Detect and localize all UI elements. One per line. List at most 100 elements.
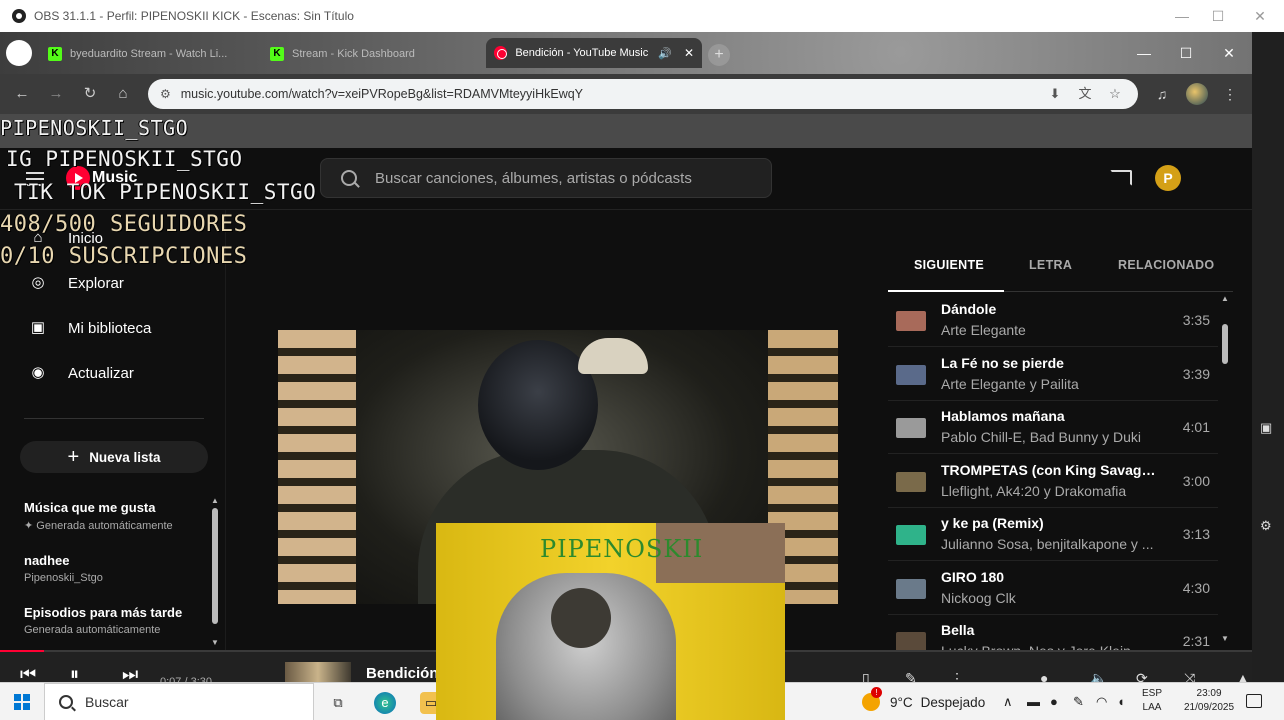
playlist-item[interactable]: nadhee Pipenoskii_Stgo: [24, 553, 204, 584]
search-icon: [341, 170, 357, 186]
new-playlist-button[interactable]: + Nueva lista: [20, 441, 208, 473]
sidebar-item-biblioteca[interactable]: ▣ Mi biblioteca: [0, 308, 226, 348]
language-indicator[interactable]: ESP LAA: [1142, 687, 1162, 715]
cast-icon[interactable]: [1110, 170, 1132, 186]
pin-icon: ✦: [24, 520, 37, 532]
queue-row[interactable]: Dándole Arte Elegante 3:35: [888, 294, 1218, 347]
new-tab-button[interactable]: +: [708, 44, 730, 66]
tray-chevron-icon[interactable]: ∧: [1003, 694, 1013, 710]
pen-icon[interactable]: ✎: [1073, 694, 1084, 710]
tab-label: Bendición - YouTube Music: [515, 47, 649, 59]
overlay-tiktok: TIK TOK PIPENOSKII_STGO: [14, 180, 317, 204]
sidebar-item-label: Explorar: [68, 274, 124, 292]
weather-widget[interactable]: ! 9°C Despejado: [862, 687, 985, 711]
overlay-channel-name: PIPENOSKII_STGO: [0, 116, 189, 140]
windows-start-icon[interactable]: [14, 694, 30, 710]
scroll-down-icon[interactable]: ▼: [211, 638, 219, 647]
scroll-up-icon[interactable]: ▲: [1221, 294, 1229, 303]
notifications-icon[interactable]: [1246, 694, 1262, 708]
tab-strip: K byeduardito Stream - Watch Li... K Str…: [0, 32, 1252, 74]
browser-maximize-button[interactable]: ☐: [1166, 38, 1206, 68]
tab-label: byeduardito Stream - Watch Li...: [70, 48, 228, 60]
browser-minimize-button[interactable]: —: [1124, 38, 1164, 68]
search-placeholder: Buscar canciones, álbumes, artistas o pó…: [375, 169, 692, 187]
taskbar-search-placeholder: Buscar: [85, 694, 129, 710]
playlist-item[interactable]: Episodios para más tarde Generada automá…: [24, 605, 204, 636]
queue-row[interactable]: Hablamos mañana Pablo Chill-E, Bad Bunny …: [888, 401, 1218, 454]
reload-icon[interactable]: ↻: [80, 84, 100, 104]
forward-icon[interactable]: →: [46, 84, 66, 104]
obs-minimize-button[interactable]: —: [1162, 0, 1202, 32]
obs-panel-icon[interactable]: ▣: [1260, 420, 1272, 436]
sidebar-item-explorar[interactable]: ◎ Explorar: [0, 263, 226, 303]
sidebar-item-actualizar[interactable]: ◉ Actualizar: [0, 353, 226, 393]
browser-close-button[interactable]: ✕: [1209, 38, 1249, 68]
queue-panel: SIGUIENTE LETRA RELACIONADO Dándole Arte …: [888, 248, 1233, 668]
install-app-icon[interactable]: ⬇: [1046, 85, 1064, 103]
clock[interactable]: 23:09 21/09/2025: [1184, 687, 1234, 715]
search-input[interactable]: Buscar canciones, álbumes, artistas o pó…: [320, 158, 772, 198]
clock-date: 21/09/2025: [1184, 702, 1235, 713]
queue-thumbnail: [896, 578, 926, 599]
queue-title: GIRO 180: [941, 568, 1005, 585]
site-info-icon[interactable]: ⚙: [160, 87, 171, 101]
back-icon[interactable]: ←: [12, 84, 32, 104]
sidebar-scrollbar[interactable]: ▲ ▼: [211, 496, 219, 647]
queue-duration: 3:13: [1182, 526, 1210, 542]
taskbar-search-input[interactable]: Buscar: [44, 683, 314, 720]
tray-app-icon[interactable]: ▬: [1027, 694, 1040, 709]
tab-relacionado[interactable]: RELACIONADO: [1118, 258, 1214, 272]
scrollbar-thumb[interactable]: [212, 508, 218, 624]
weather-sun-icon: !: [862, 687, 882, 711]
scroll-down-icon[interactable]: ▼: [1221, 634, 1229, 643]
translate-icon[interactable]: 文: [1076, 85, 1094, 103]
browser-menu-icon[interactable]: ⋮: [1220, 84, 1240, 104]
address-bar[interactable]: ⚙ music.youtube.com/watch?v=xeiPVRopeBg&…: [148, 79, 1138, 109]
tab-kick-dashboard[interactable]: K Stream - Kick Dashboard: [262, 41, 476, 67]
queue-scrollbar[interactable]: ▲ ▼: [1221, 294, 1229, 650]
queue-row[interactable]: y ke pa (Remix) Julianno Sosa, benjitalka…: [888, 508, 1218, 561]
obs-maximize-button[interactable]: ☐: [1198, 0, 1238, 32]
home-icon[interactable]: ⌂: [113, 84, 133, 104]
queue-thumbnail: [896, 525, 926, 545]
wifi-icon[interactable]: ◠: [1096, 694, 1107, 710]
tab-youtube-music[interactable]: Bendición - YouTube Music 🔊 ✕: [486, 38, 702, 68]
overlay-instagram: IG PIPENOSKII_STGO: [6, 147, 243, 171]
queue-row[interactable]: La Fé no se pierde Arte Elegante y Pailit…: [888, 348, 1218, 401]
browser-avatar[interactable]: [1186, 83, 1208, 105]
microphone-icon[interactable]: ●: [1050, 694, 1058, 709]
edge-browser-icon[interactable]: e: [374, 692, 396, 714]
obs-settings-icon[interactable]: ⚙: [1260, 518, 1272, 534]
playlist-subtitle: Pipenoskii_Stgo: [24, 572, 103, 584]
tab-label: Stream - Kick Dashboard: [292, 48, 415, 60]
profile-avatar[interactable]: P: [1155, 165, 1181, 191]
youtube-music-icon: [494, 46, 508, 60]
progress-fill: [0, 650, 44, 652]
webcam-overlay: PIPENOSKII: [436, 523, 785, 720]
speaker-icon[interactable]: ◖: [1117, 694, 1125, 709]
browser-profile-icon[interactable]: [6, 40, 32, 66]
scroll-up-icon[interactable]: ▲: [211, 496, 219, 505]
now-playing-title[interactable]: Bendición: [366, 665, 439, 682]
queue-artist: Arte Elegante y Pailita: [941, 375, 1079, 392]
speaker-icon[interactable]: 🔊: [658, 47, 672, 60]
queue-artist: Julianno Sosa, benjitalkapone y ...: [941, 536, 1154, 552]
queue-row[interactable]: GIRO 180 Nickoog Clk 4:30: [888, 562, 1218, 615]
tab-close-icon[interactable]: ✕: [684, 46, 694, 60]
playlist-item[interactable]: Música que me gusta ✦ Generada automátic…: [24, 500, 204, 532]
obs-window-title: OBS 31.1.1 - Perfil: PIPENOSKII KICK - E…: [34, 9, 354, 23]
queue-thumbnail: [896, 364, 926, 385]
bookmark-star-icon[interactable]: ☆: [1106, 85, 1124, 103]
obs-close-button[interactable]: ✕: [1240, 0, 1280, 32]
upgrade-icon: ◉: [31, 364, 45, 381]
scrollbar-thumb[interactable]: [1222, 324, 1228, 364]
kick-icon: K: [48, 47, 62, 61]
tab-siguiente[interactable]: SIGUIENTE: [914, 258, 984, 272]
media-controls-icon[interactable]: ♫: [1152, 84, 1172, 104]
tab-letra[interactable]: LETRA: [1029, 258, 1072, 272]
task-view-icon[interactable]: ⧉: [327, 692, 349, 714]
now-playing-thumbnail[interactable]: [285, 662, 351, 684]
tab-byeduardito[interactable]: K byeduardito Stream - Watch Li...: [40, 41, 254, 67]
webcam-face: [551, 588, 611, 648]
queue-row[interactable]: TROMPETAS (con King Savagge) Lleflight, A…: [888, 455, 1218, 508]
